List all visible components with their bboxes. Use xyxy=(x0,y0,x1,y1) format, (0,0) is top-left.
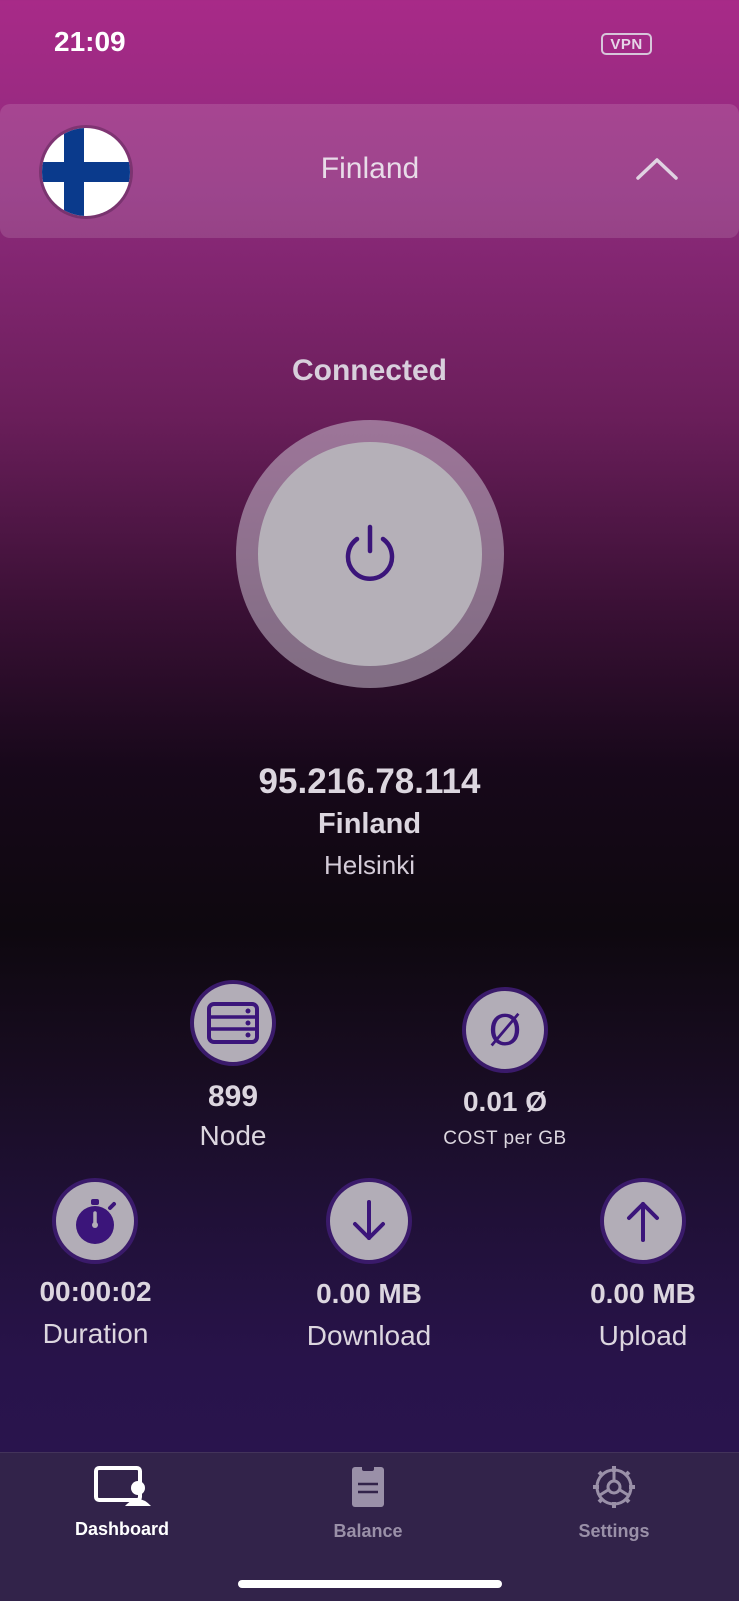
tab-dashboard[interactable]: Dashboard xyxy=(32,1464,212,1540)
selected-country-label: Finland xyxy=(320,152,420,185)
node-value: 899 xyxy=(207,1080,259,1113)
chevron-up-icon[interactable] xyxy=(632,150,682,186)
ip-address: 95.216.78.114 xyxy=(258,762,481,801)
currency-icon: Ø xyxy=(462,987,548,1073)
settings-icon xyxy=(593,1466,635,1508)
finland-flag-icon xyxy=(42,128,130,216)
tab-settings[interactable]: Settings xyxy=(524,1464,704,1542)
status-time: 21:09 xyxy=(54,26,126,57)
dashboard-icon xyxy=(94,1466,151,1506)
home-indicator[interactable] xyxy=(238,1580,502,1588)
tab-balance-label: Balance xyxy=(333,1521,403,1541)
tab-settings-label: Settings xyxy=(578,1521,650,1541)
vpn-status-badge: VPN xyxy=(601,33,652,55)
tab-dashboard-label: Dashboard xyxy=(74,1519,170,1539)
arrow-up-icon xyxy=(600,1178,686,1264)
connected-city: Helsinki xyxy=(323,850,416,880)
node-label: Node xyxy=(199,1120,267,1151)
download-value: 0.00 MB xyxy=(316,1278,422,1309)
server-icon xyxy=(190,980,276,1066)
connected-country: Finland xyxy=(317,808,422,840)
duration-label: Duration xyxy=(42,1318,149,1349)
upload-value: 0.00 MB xyxy=(590,1278,696,1309)
cost-value: 0.01 Ø xyxy=(462,1086,548,1117)
arrow-down-icon xyxy=(326,1178,412,1264)
cost-label: COST per GB xyxy=(443,1128,567,1149)
power-button[interactable] xyxy=(258,442,482,666)
duration-value: 00:00:02 xyxy=(39,1276,152,1307)
upload-label: Upload xyxy=(598,1320,688,1351)
download-label: Download xyxy=(306,1320,432,1351)
tab-balance[interactable]: Balance xyxy=(278,1464,458,1542)
stopwatch-icon xyxy=(52,1178,138,1264)
connection-status: Connected xyxy=(291,354,447,387)
balance-icon xyxy=(352,1465,384,1507)
power-icon xyxy=(345,524,395,581)
